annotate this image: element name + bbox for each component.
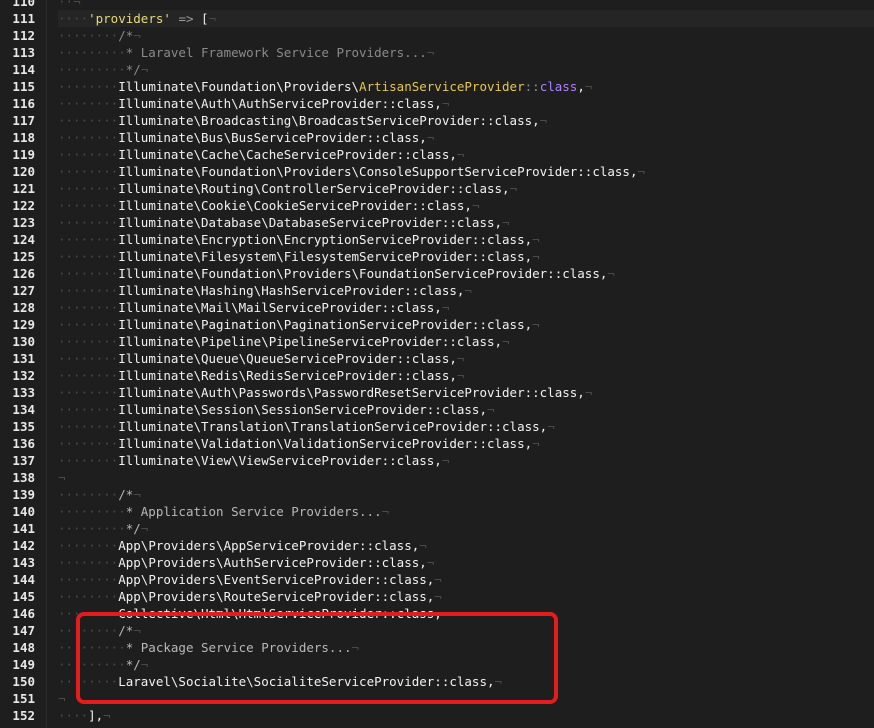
line-number: 131 <box>12 351 35 366</box>
code-line-116[interactable]: ········Illuminate\Auth\AuthServiceProvi… <box>58 95 874 112</box>
code-line-139[interactable]: ········/*¬ <box>58 486 874 503</box>
line-number: 140 <box>12 504 35 519</box>
line-number: 111 <box>12 11 35 26</box>
line-number: 126 <box>12 266 35 281</box>
line-number: 151 <box>12 691 35 706</box>
line-number: 113 <box>12 45 35 60</box>
code-line-136[interactable]: ········Illuminate\Validation\Validation… <box>58 435 874 452</box>
arrow-operator: => <box>178 11 194 26</box>
line-number: 143 <box>12 555 35 570</box>
code-line-120[interactable]: ········Illuminate\Foundation\Providers\… <box>58 163 874 180</box>
code-line-133[interactable]: ········Illuminate\Auth\Passwords\Passwo… <box>58 384 874 401</box>
gutter-divider <box>46 0 47 728</box>
line-number: 139 <box>12 487 35 502</box>
line-number: 115 <box>12 79 35 94</box>
array-key: 'providers' <box>88 11 171 26</box>
line-number: 123 <box>12 215 35 230</box>
line-number-gutter: 110 111 112 113 114 115 116 117 118 119 120 121 122 1… <box>0 0 42 724</box>
code-line-152[interactable]: ····],¬ <box>58 707 874 724</box>
line-number: 145 <box>12 589 35 604</box>
code-line-143[interactable]: ········App\Providers\AuthServiceProvide… <box>58 554 874 571</box>
line-number: 150 <box>12 674 35 689</box>
line-number: 138 <box>12 470 35 485</box>
line-number: 124 <box>12 232 35 247</box>
code-line-125[interactable]: ········Illuminate\Filesystem\Filesystem… <box>58 248 874 265</box>
code-line-117[interactable]: ········Illuminate\Broadcasting\Broadcas… <box>58 112 874 129</box>
code-line-128[interactable]: ········Illuminate\Mail\MailServiceProvi… <box>58 299 874 316</box>
line-number: 149 <box>12 657 35 672</box>
line-number: 121 <box>12 181 35 196</box>
line-number: 142 <box>12 538 35 553</box>
code-line-129[interactable]: ········Illuminate\Pagination\Pagination… <box>58 316 874 333</box>
code-line-115[interactable]: ········Illuminate\Foundation\Providers\… <box>58 78 874 95</box>
line-number: 136 <box>12 436 35 451</box>
line-number: 119 <box>12 147 35 162</box>
code-line-124[interactable]: ········Illuminate\Encryption\Encryption… <box>58 231 874 248</box>
line-number: 120 <box>12 164 35 179</box>
line-number: 129 <box>12 317 35 332</box>
code-line-112[interactable]: ········/*¬ <box>58 27 874 44</box>
code-line-118[interactable]: ········Illuminate\Bus\BusServiceProvide… <box>58 129 874 146</box>
line-number: 148 <box>12 640 35 655</box>
code-line-121[interactable]: ········Illuminate\Routing\ControllerSer… <box>58 180 874 197</box>
code-line-138[interactable]: ¬ <box>58 469 874 486</box>
line-number: 122 <box>12 198 35 213</box>
line-number: 146 <box>12 606 35 621</box>
code-line-123[interactable]: ········Illuminate\Database\DatabaseServ… <box>58 214 874 231</box>
line-number: 130 <box>12 334 35 349</box>
line-number: 128 <box>12 300 35 315</box>
code-line-127[interactable]: ········Illuminate\Hashing\HashServicePr… <box>58 282 874 299</box>
code-line-144[interactable]: ········App\Providers\EventServiceProvid… <box>58 571 874 588</box>
code-line-122[interactable]: ········Illuminate\Cookie\CookieServiceP… <box>58 197 874 214</box>
code-line-130[interactable]: ········Illuminate\Pipeline\PipelineServ… <box>58 333 874 350</box>
code-line-119[interactable]: ········Illuminate\Cache\CacheServicePro… <box>58 146 874 163</box>
line-number: 147 <box>12 623 35 638</box>
code-line-114[interactable]: ·········*/¬ <box>58 61 874 78</box>
code-line-135[interactable]: ········Illuminate\Translation\Translati… <box>58 418 874 435</box>
code-line-137[interactable]: ········Illuminate\View\ViewServiceProvi… <box>58 452 874 469</box>
code-line-132[interactable]: ········Illuminate\Redis\RedisServicePro… <box>58 367 874 384</box>
line-number: 117 <box>12 113 35 128</box>
line-number: 135 <box>12 419 35 434</box>
line-number: 141 <box>12 521 35 536</box>
line-number: 125 <box>12 249 35 264</box>
line-number: 127 <box>12 283 35 298</box>
code-line-111[interactable]: ····'providers' => [¬ <box>58 10 874 27</box>
line-number: 132 <box>12 368 35 383</box>
red-annotation-box <box>76 612 558 704</box>
line-number: 114 <box>12 62 35 77</box>
line-number: 112 <box>12 28 35 43</box>
code-line-141[interactable]: ·········*/¬ <box>58 520 874 537</box>
code-editor[interactable]: 110 111 112 113 114 115 116 117 118 119 120 121 122 1… <box>0 0 874 728</box>
line-number: 134 <box>12 402 35 417</box>
code-line-134[interactable]: ········Illuminate\Session\SessionServic… <box>58 401 874 418</box>
line-number: 144 <box>12 572 35 587</box>
code-line-131[interactable]: ········Illuminate\Queue\QueueServicePro… <box>58 350 874 367</box>
code-line-142[interactable]: ········App\Providers\AppServiceProvider… <box>58 537 874 554</box>
highlighted-class: ArtisanServiceProvider <box>359 79 525 94</box>
line-number: 118 <box>12 130 35 145</box>
line-number: 116 <box>12 96 35 111</box>
code-line-110[interactable]: ··¬ <box>58 0 874 10</box>
code-line-113[interactable]: ·········* Laravel Framework Service Pro… <box>58 44 874 61</box>
open-bracket: [ <box>201 11 209 26</box>
class-keyword: class <box>539 79 578 94</box>
line-number: 137 <box>12 453 35 468</box>
line-number: 152 <box>12 708 35 723</box>
code-line-126[interactable]: ········Illuminate\Foundation\Providers\… <box>58 265 874 282</box>
code-line-140[interactable]: ·········* Application Service Providers… <box>58 503 874 520</box>
line-number: 110 <box>12 0 35 9</box>
line-number: 133 <box>12 385 35 400</box>
code-line-145[interactable]: ········App\Providers\RouteServiceProvid… <box>58 588 874 605</box>
